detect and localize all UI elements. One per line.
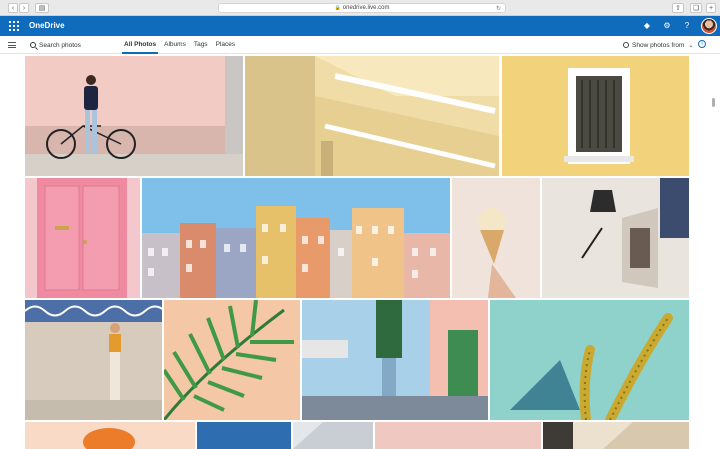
photo-tile[interactable] <box>164 300 300 420</box>
browser-toolbar: ‹ › ▤ 🔒 onedrive.live.com ↻ ⇧ ❏ + <box>0 0 720 16</box>
tab-tags[interactable]: Tags <box>190 36 212 54</box>
forward-button[interactable]: › <box>19 3 29 13</box>
reload-icon[interactable]: ↻ <box>496 5 501 12</box>
photo-blue-wall <box>302 300 488 420</box>
photo-tabs: All Photos Albums Tags Places <box>120 36 239 54</box>
share-button[interactable]: ⇧ <box>672 3 684 13</box>
photo-woman-tiles <box>25 300 162 420</box>
new-tab-button[interactable]: + <box>706 3 716 13</box>
photo-pink-door <box>25 178 140 298</box>
photo-grid <box>0 54 720 449</box>
diamond-icon[interactable]: ◆ <box>641 20 653 32</box>
app-header: OneDrive ◆ ⚙ ? <box>0 16 720 36</box>
app-launcher-icon[interactable] <box>9 21 19 31</box>
chevron-down-icon: ⌄ <box>688 42 694 49</box>
photo-tile[interactable] <box>302 300 488 420</box>
photo-tile[interactable] <box>452 178 540 298</box>
photo-tile[interactable] <box>245 56 499 176</box>
photo-tile[interactable] <box>375 422 541 449</box>
photo-tile[interactable] <box>25 56 243 176</box>
menu-icon[interactable] <box>8 42 16 48</box>
photo-tile[interactable] <box>542 178 689 298</box>
photo-tile[interactable] <box>197 422 291 449</box>
photo-orange-flower <box>25 422 195 449</box>
filter-icon <box>623 42 629 48</box>
photo-tile[interactable] <box>25 300 162 420</box>
photo-tile[interactable] <box>490 300 689 420</box>
photo-white-building <box>293 422 373 449</box>
photo-tile[interactable] <box>142 178 450 298</box>
help-icon[interactable]: ? <box>681 20 693 32</box>
photo-building-corner <box>543 422 689 449</box>
app-title[interactable]: OneDrive <box>29 21 65 30</box>
tabs-button[interactable]: ❏ <box>690 3 702 13</box>
photo-ice-cream <box>452 178 540 298</box>
photo-tile[interactable] <box>543 422 689 449</box>
photo-tile[interactable] <box>502 56 689 176</box>
search-input[interactable]: Search photos <box>30 40 81 50</box>
lock-icon: 🔒 <box>334 5 341 11</box>
tab-places[interactable]: Places <box>212 36 240 54</box>
photo-tile[interactable] <box>293 422 373 449</box>
photo-yellow-window <box>502 56 689 176</box>
photo-palm-leaf <box>164 300 300 420</box>
show-photos-from-dropdown[interactable]: Show photos from ⌄ <box>623 40 693 50</box>
photo-street-lamp <box>542 178 689 298</box>
photo-yellow-stairs <box>245 56 499 176</box>
avatar[interactable] <box>701 18 717 34</box>
tab-all-photos[interactable]: All Photos <box>120 36 160 54</box>
photo-tile[interactable] <box>25 178 140 298</box>
back-button[interactable]: ‹ <box>8 3 18 13</box>
settings-icon[interactable]: ⚙ <box>661 20 673 32</box>
search-placeholder: Search photos <box>39 41 81 49</box>
show-photos-label: Show photos from <box>632 41 685 49</box>
sidebar-toggle-button[interactable]: ▤ <box>35 3 49 13</box>
photo-colorful-houses <box>142 178 450 298</box>
address-bar[interactable]: 🔒 onedrive.live.com ↻ <box>218 3 506 13</box>
photo-cyclist <box>25 56 243 176</box>
command-bar: Search photos All Photos Albums Tags Pla… <box>0 36 720 54</box>
info-icon[interactable]: i <box>698 40 706 48</box>
scrollbar-thumb[interactable] <box>712 98 715 107</box>
photo-cactus <box>490 300 689 420</box>
search-icon <box>30 42 36 48</box>
tab-albums[interactable]: Albums <box>160 36 190 54</box>
url-text: onedrive.live.com <box>342 5 390 11</box>
photo-tile[interactable] <box>25 422 195 449</box>
